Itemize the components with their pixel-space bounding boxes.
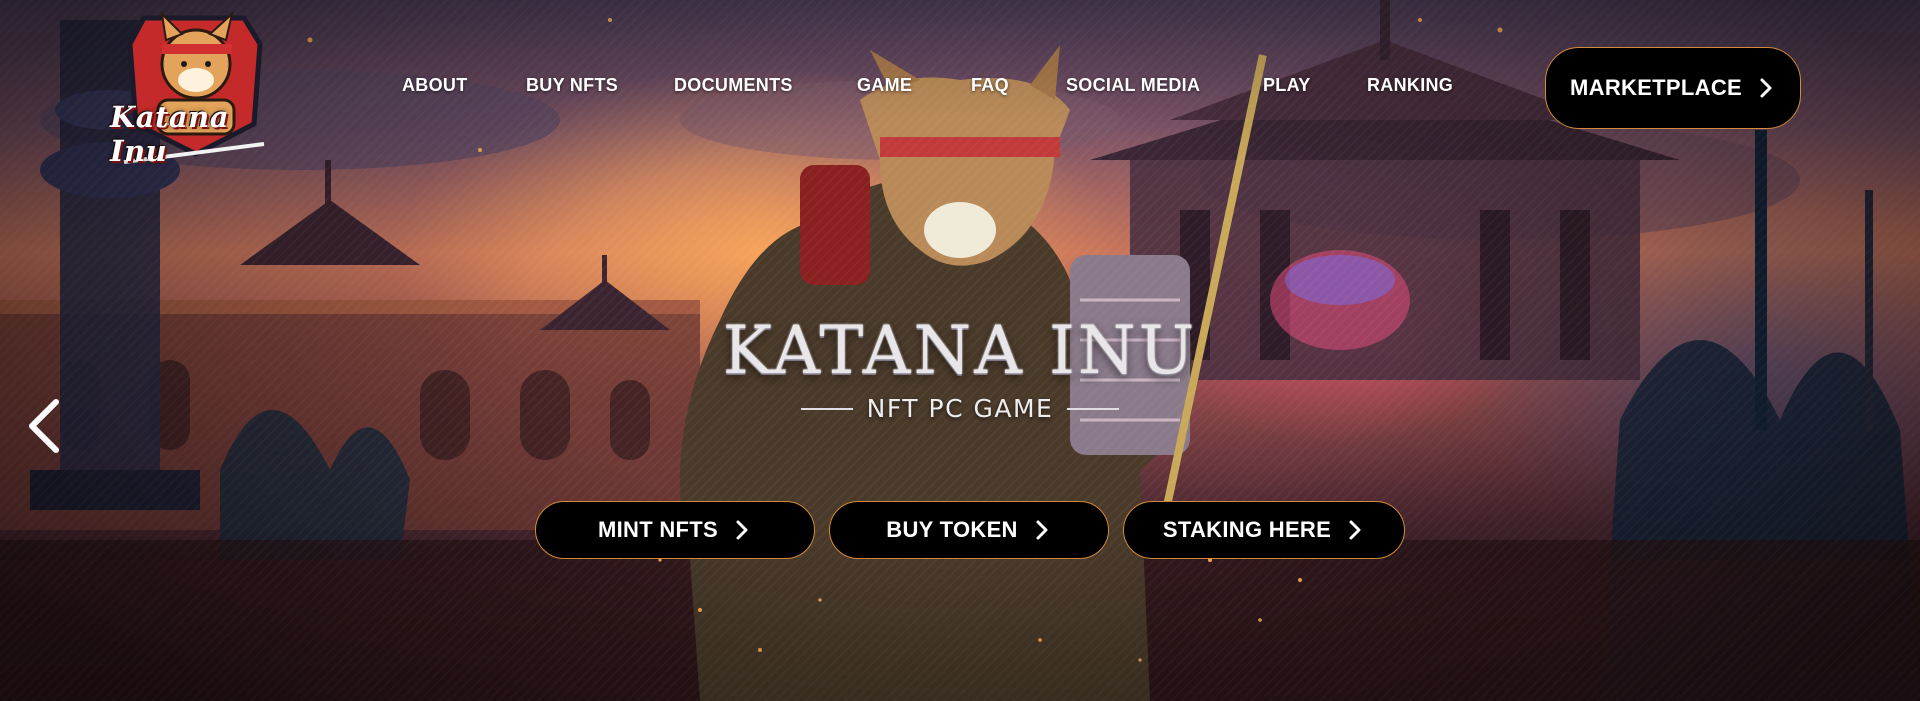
chevron-right-icon	[1345, 519, 1365, 541]
subtitle-rule-right	[1067, 407, 1120, 410]
marketplace-button-label: MARKETPLACE	[1570, 75, 1742, 100]
chevron-right-icon	[732, 519, 752, 541]
nav-item-about[interactable]: ABOUT	[402, 75, 468, 96]
hero-subtitle-row: NFT PC GAME	[700, 394, 1220, 423]
chevron-right-icon	[1756, 77, 1776, 99]
hero-subtitle: NFT PC GAME	[866, 394, 1054, 423]
subtitle-rule-left	[800, 407, 853, 410]
slider-prev-arrow[interactable]	[24, 396, 64, 456]
mint-nfts-button-label: MINT NFTS	[597, 517, 718, 542]
nav-item-ranking[interactable]: RANKING	[1367, 75, 1453, 96]
logo-wordmark: Katana Inu	[110, 100, 230, 168]
hero-title-block: KATANA INU NFT PC GAME	[700, 312, 1220, 424]
nav-item-social-media[interactable]: SOCIAL MEDIA	[1066, 75, 1200, 96]
hero-title: KATANA INU	[722, 312, 1198, 389]
staking-here-button-label: STAKING HERE	[1162, 517, 1332, 542]
marketplace-button[interactable]: MARKETPLACE	[1545, 47, 1801, 129]
katana-inu-logo[interactable]: Katana Inu	[104, 4, 284, 174]
nav-item-play[interactable]: PLAY	[1263, 75, 1311, 96]
chevron-right-icon	[1032, 519, 1052, 541]
nav-item-buy-nfts[interactable]: BUY NFTS	[526, 75, 618, 96]
buy-token-button[interactable]: BUY TOKEN	[829, 501, 1109, 559]
nav-item-documents[interactable]: DOCUMENTS	[674, 75, 793, 96]
mint-nfts-button[interactable]: MINT NFTS	[535, 501, 815, 559]
buy-token-button-label: BUY TOKEN	[886, 517, 1018, 542]
nav-item-faq[interactable]: FAQ	[971, 75, 1009, 96]
chevron-left-icon	[29, 399, 59, 453]
nav-item-game[interactable]: GAME	[857, 75, 912, 96]
staking-here-button[interactable]: STAKING HERE	[1123, 501, 1405, 559]
